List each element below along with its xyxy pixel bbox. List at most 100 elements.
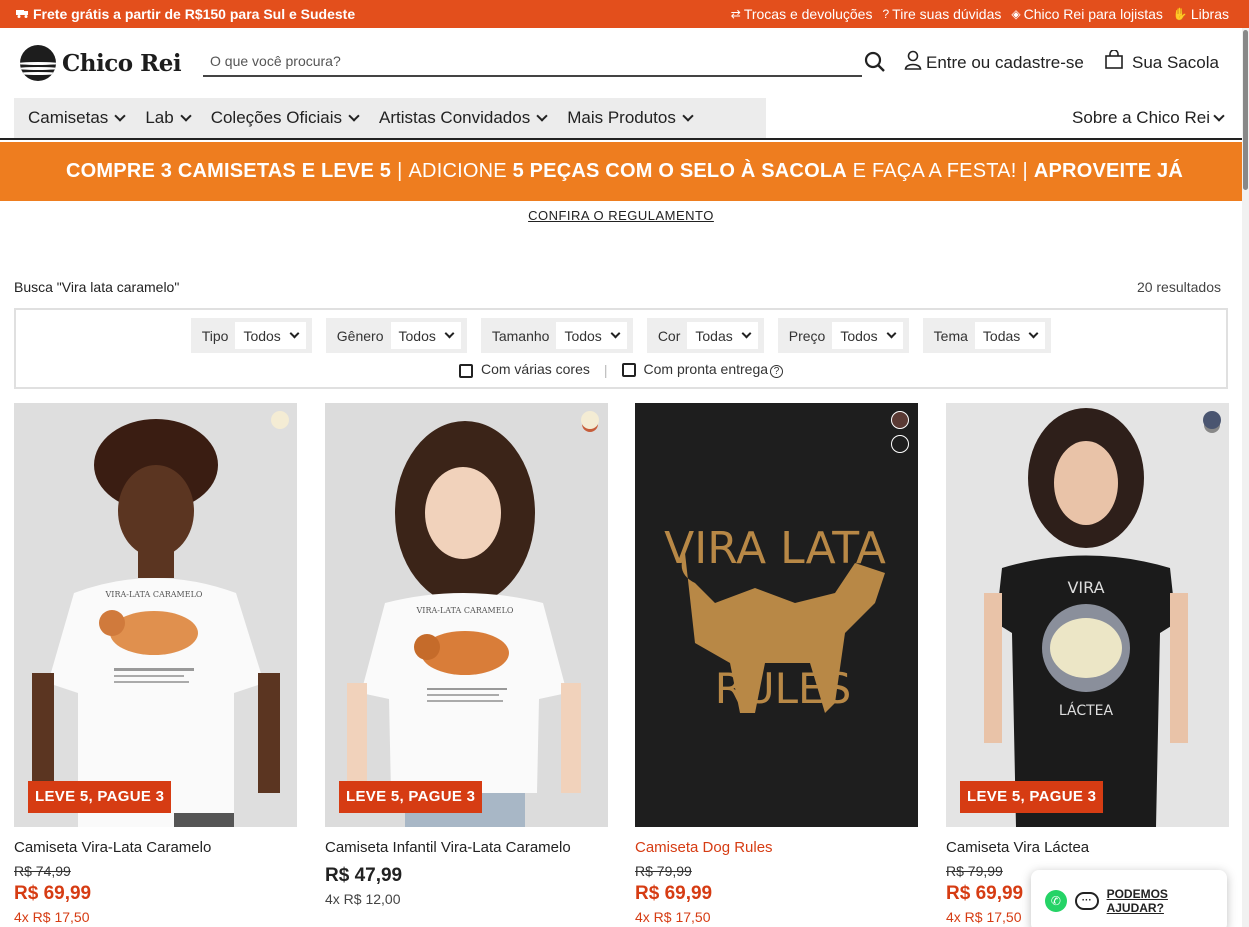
- installments: 4x R$ 17,50: [14, 909, 90, 925]
- model-photo: VIRA-LATA CARAMELO: [14, 403, 297, 827]
- model-photo: VIRA LÁCTEA: [946, 403, 1229, 827]
- print-line-2: RULES: [715, 664, 852, 713]
- store-icon: ◈: [1011, 7, 1021, 21]
- filter-tipo[interactable]: Tipo Todos: [190, 318, 312, 353]
- product-name[interactable]: Camiseta Dog Rules: [635, 839, 918, 857]
- print-title: VIRA-LATA CARAMELO: [416, 606, 514, 615]
- nav-item-mais-produtos[interactable]: Mais Produtos: [567, 108, 694, 128]
- chevron-down-icon: [1213, 110, 1225, 122]
- bag-link[interactable]: Sua Sacola: [1104, 49, 1219, 75]
- help-icon[interactable]: ?: [770, 365, 784, 378]
- model-photo: VIRA-LATA CARAMELO: [325, 403, 608, 827]
- search-bar: [203, 47, 862, 77]
- search-input[interactable]: [210, 53, 862, 69]
- filter-preco[interactable]: Preço Todos: [777, 318, 909, 353]
- account-link[interactable]: Entre ou cadastre-se: [904, 50, 1084, 75]
- product-image[interactable]: VIRA LATA RULES: [635, 403, 918, 827]
- chevron-down-icon: [741, 328, 752, 339]
- top-promo-bar: Frete grátis a partir de R$150 para Sul …: [0, 0, 1249, 28]
- multi-color-checkbox[interactable]: Com várias cores: [458, 361, 590, 378]
- nav-item-camisetas[interactable]: Camisetas: [28, 108, 126, 128]
- product-card[interactable]: VIRA LÁCTEA LEVE 5, PAGUE 3 Camiseta Vir…: [946, 403, 1229, 925]
- help-link[interactable]: ? Tire suas dúvidas: [882, 6, 1001, 22]
- product-card[interactable]: VIRA-LATA CARAMELO LEVE 5, PAGUE 3 Camis…: [325, 403, 608, 907]
- chat-widget[interactable]: ✆ ··· PODEMOS AJUDAR?: [1031, 870, 1227, 927]
- old-price: R$ 74,99: [14, 863, 71, 879]
- chevron-down-icon: [536, 110, 548, 122]
- product-card[interactable]: VIRA LATA RULES Camiseta Dog Rules R$ 79…: [635, 403, 918, 925]
- truck-icon: [16, 6, 29, 22]
- retailers-link[interactable]: ◈ Chico Rei para lojistas: [1011, 6, 1163, 22]
- filters-panel: Tipo Todos Gênero Todos Tamanho Todos Cor To…: [14, 308, 1228, 389]
- color-swatch[interactable]: [891, 435, 909, 453]
- chat-bubble-icon: ···: [1074, 892, 1099, 910]
- chevron-down-icon: [348, 110, 360, 122]
- print-line-1: VIRA: [1067, 578, 1104, 597]
- filter-cor[interactable]: Cor Todas: [646, 318, 764, 353]
- print-line-1: VIRA LATA: [664, 523, 886, 574]
- returns-link[interactable]: ⇄ Trocas e devoluções: [731, 6, 873, 22]
- product-card[interactable]: VIRA-LATA CARAMELO LEVE 5, PAGUE 3 Camis…: [14, 403, 297, 925]
- whatsapp-icon: ✆: [1045, 890, 1067, 912]
- filter-tema[interactable]: Tema Todas: [922, 318, 1052, 353]
- bag-label: Sua Sacola: [1132, 52, 1219, 72]
- chevron-down-icon: [444, 328, 455, 339]
- installments: 4x R$ 12,00: [325, 891, 401, 907]
- question-icon: ?: [882, 7, 890, 21]
- promo-text: Frete grátis a partir de R$150 para Sul …: [33, 6, 356, 22]
- checkbox-box[interactable]: [458, 363, 473, 378]
- chat-label: PODEMOS AJUDAR?: [1106, 887, 1168, 915]
- logo-text: Chico Rei: [62, 49, 182, 77]
- print-title: VIRA-LATA CARAMELO: [105, 590, 203, 599]
- search-icon[interactable]: [864, 51, 888, 75]
- free-shipping-promo: Frete grátis a partir de R$150 para Sul …: [16, 6, 355, 22]
- color-swatch[interactable]: [581, 411, 599, 429]
- chevron-down-icon: [114, 110, 126, 122]
- nav-item-artistas[interactable]: Artistas Convidados: [379, 108, 548, 128]
- chevron-down-icon: [180, 110, 192, 122]
- site-header: Chico Rei Entre ou cadastre-se Sua Sacol…: [0, 28, 1249, 98]
- nav-item-lab[interactable]: Lab: [145, 108, 192, 128]
- scrollbar-thumb[interactable]: [1243, 30, 1248, 190]
- filter-genero[interactable]: Gênero Todos: [325, 318, 467, 353]
- chevron-down-icon: [289, 328, 300, 339]
- promo-tag: LEVE 5, PAGUE 3: [28, 781, 172, 813]
- filter-tamanho[interactable]: Tamanho Todos: [480, 318, 633, 353]
- hand-icon: ✋: [1172, 7, 1188, 21]
- chevron-down-icon: [1028, 328, 1039, 339]
- product-name[interactable]: Camiseta Vira Láctea: [946, 839, 1229, 857]
- chevron-down-icon: [610, 328, 621, 339]
- search-query-label: Busca "Vira lata caramelo": [14, 279, 180, 295]
- product-grid: VIRA-LATA CARAMELO LEVE 5, PAGUE 3 Camis…: [14, 403, 1229, 927]
- product-image[interactable]: VIRA-LATA CARAMELO LEVE 5, PAGUE 3: [14, 403, 297, 827]
- color-swatch[interactable]: [1203, 411, 1221, 429]
- promo-tag: LEVE 5, PAGUE 3: [339, 781, 483, 813]
- installments: 4x R$ 17,50: [635, 909, 711, 925]
- product-image[interactable]: VIRA-LATA CARAMELO LEVE 5, PAGUE 3: [325, 403, 608, 827]
- chevron-down-icon: [682, 110, 694, 122]
- print-line-2: LÁCTEA: [1059, 702, 1114, 719]
- nav-item-colecoes[interactable]: Coleções Oficiais: [211, 108, 360, 128]
- results-count: 20 resultados: [1136, 279, 1221, 295]
- product-name[interactable]: Camiseta Infantil Vira-Lata Caramelo: [325, 839, 608, 857]
- product-name[interactable]: Camiseta Vira-Lata Caramelo: [14, 839, 297, 857]
- price: R$ 69,99: [14, 883, 92, 904]
- product-image[interactable]: VIRA LÁCTEA LEVE 5, PAGUE 3: [946, 403, 1229, 827]
- nav-item-sobre[interactable]: Sobre a Chico Rei: [1072, 98, 1225, 138]
- logo[interactable]: Chico Rei: [20, 45, 182, 81]
- color-swatch[interactable]: [891, 411, 909, 429]
- print-artwork: VIRA LATA RULES: [635, 403, 918, 827]
- promo-banner[interactable]: COMPRE 3 CAMISETAS E LEVE 5 | ADICIONE 5…: [0, 142, 1249, 201]
- rules-link[interactable]: CONFIRA O REGULAMENTO: [528, 208, 714, 223]
- logo-mark-icon: [20, 45, 56, 81]
- libras-link[interactable]: ✋ Libras: [1173, 6, 1229, 22]
- ready-delivery-checkbox[interactable]: Com pronta entrega?: [621, 361, 784, 378]
- price: R$ 69,99: [635, 883, 713, 904]
- checkbox-box[interactable]: [621, 363, 636, 378]
- shopping-bag-icon: [1104, 49, 1124, 75]
- color-swatch[interactable]: [271, 411, 289, 429]
- account-label: Entre ou cadastre-se: [926, 52, 1084, 72]
- old-price: R$ 79,99: [635, 863, 692, 879]
- page-scrollbar[interactable]: [1242, 28, 1249, 927]
- exchange-icon: ⇄: [730, 7, 741, 21]
